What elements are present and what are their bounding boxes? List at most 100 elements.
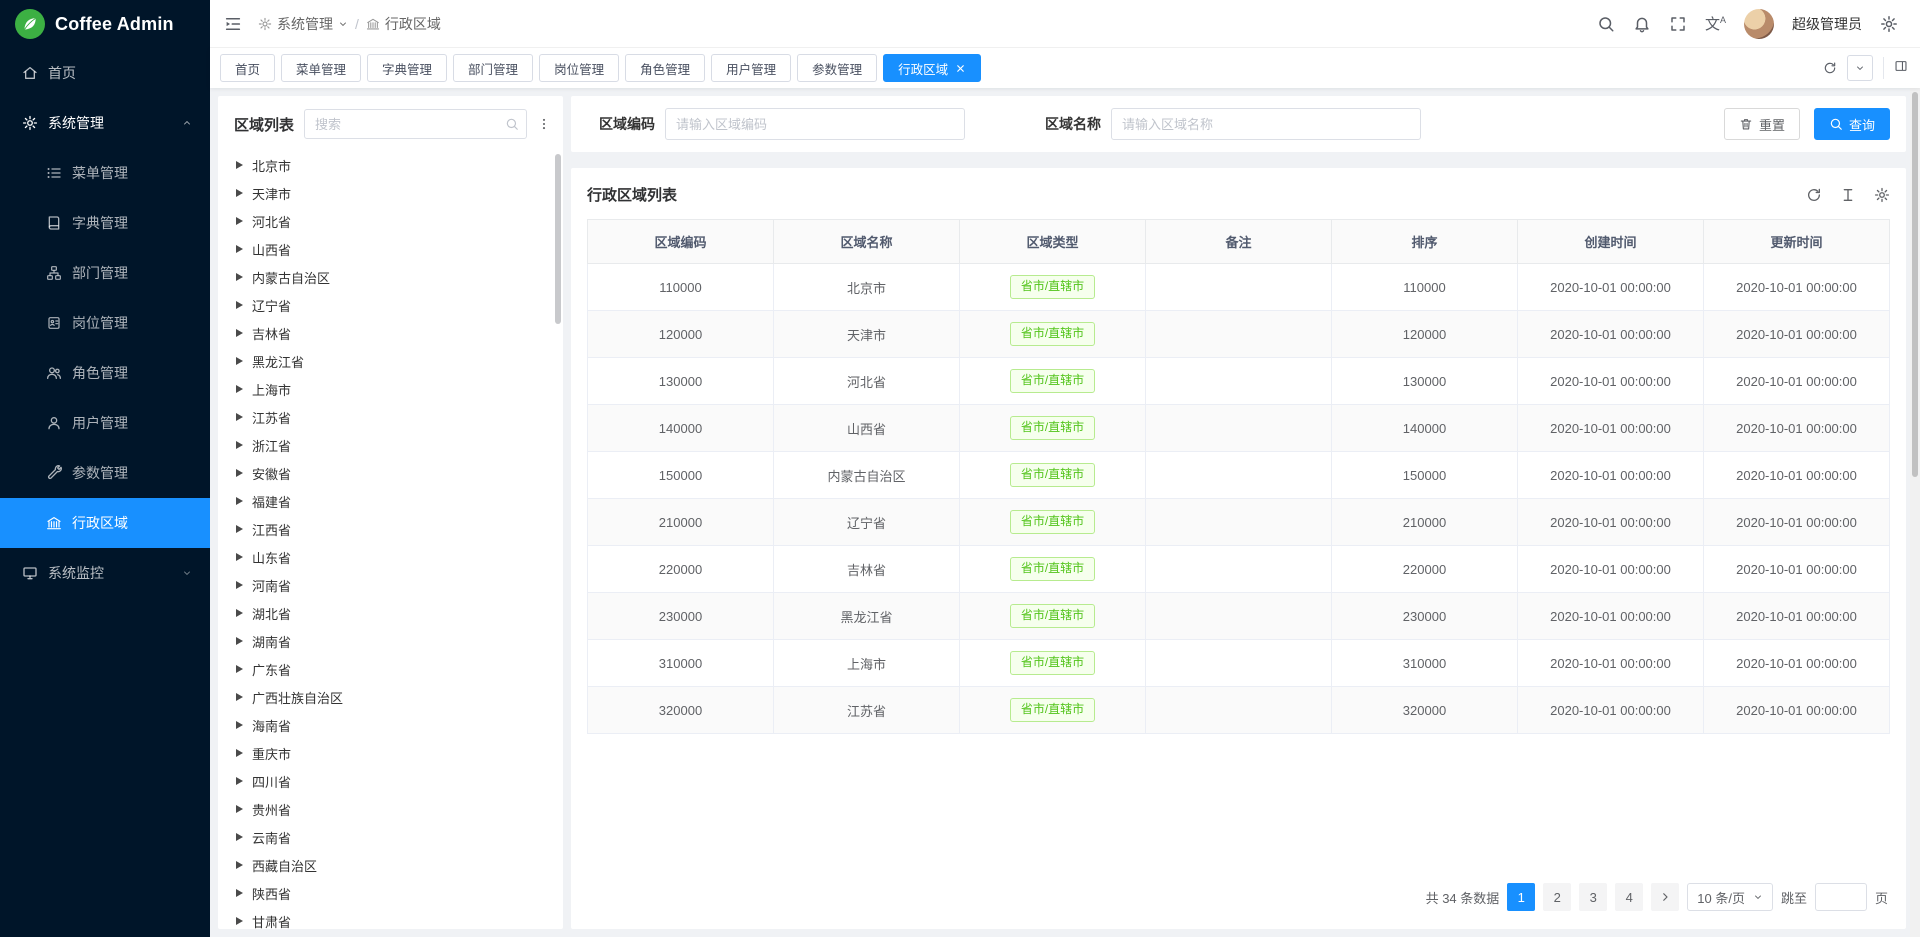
tree-item[interactable]: 贵州省: [218, 795, 563, 823]
table-row[interactable]: 210000辽宁省省市/直辖市2100002020-10-01 00:00:00…: [588, 499, 1890, 546]
caret-right-icon[interactable]: [236, 777, 243, 785]
tree-item[interactable]: 河南省: [218, 571, 563, 599]
tab-options-button[interactable]: [1847, 55, 1873, 81]
table-row[interactable]: 120000天津市省市/直辖市1200002020-10-01 00:00:00…: [588, 311, 1890, 358]
table-row[interactable]: 230000黑龙江省省市/直辖市2300002020-10-01 00:00:0…: [588, 593, 1890, 640]
tab-role[interactable]: 角色管理: [625, 54, 705, 82]
caret-right-icon[interactable]: [236, 581, 243, 589]
caret-right-icon[interactable]: [236, 609, 243, 617]
caret-right-icon[interactable]: [236, 357, 243, 365]
tree-item[interactable]: 江西省: [218, 515, 563, 543]
next-page-button[interactable]: [1651, 883, 1679, 911]
sidebar-item-home[interactable]: 首页: [0, 48, 210, 98]
tab-menu[interactable]: 菜单管理: [281, 54, 361, 82]
tab-post[interactable]: 岗位管理: [539, 54, 619, 82]
code-input[interactable]: [665, 108, 965, 140]
sidebar-item-menu[interactable]: 菜单管理: [0, 148, 210, 198]
tree-search-input[interactable]: [304, 109, 527, 139]
caret-right-icon[interactable]: [236, 637, 243, 645]
tree-item[interactable]: 甘肃省: [218, 907, 563, 929]
tree-item[interactable]: 海南省: [218, 711, 563, 739]
caret-right-icon[interactable]: [236, 301, 243, 309]
tree-item[interactable]: 广东省: [218, 655, 563, 683]
caret-right-icon[interactable]: [236, 805, 243, 813]
caret-right-icon[interactable]: [236, 749, 243, 757]
scrollbar-thumb[interactable]: [1912, 92, 1918, 477]
fullscreen-icon[interactable]: [1669, 15, 1687, 33]
caret-right-icon[interactable]: [236, 833, 243, 841]
tree-item[interactable]: 湖南省: [218, 627, 563, 655]
tree-item[interactable]: 吉林省: [218, 319, 563, 347]
tree-item[interactable]: 内蒙古自治区: [218, 263, 563, 291]
tab-dept[interactable]: 部门管理: [453, 54, 533, 82]
sidebar-item-post[interactable]: 岗位管理: [0, 298, 210, 348]
caret-right-icon[interactable]: [236, 861, 243, 869]
sidebar-item-dept[interactable]: 部门管理: [0, 248, 210, 298]
tab-user[interactable]: 用户管理: [711, 54, 791, 82]
tree-item[interactable]: 山东省: [218, 543, 563, 571]
table-row[interactable]: 140000山西省省市/直辖市1400002020-10-01 00:00:00…: [588, 405, 1890, 452]
tab-dict[interactable]: 字典管理: [367, 54, 447, 82]
search-icon[interactable]: [1597, 15, 1615, 33]
tree-item[interactable]: 广西壮族自治区: [218, 683, 563, 711]
tree-item[interactable]: 陕西省: [218, 879, 563, 907]
search-button[interactable]: 查询: [1814, 108, 1890, 140]
caret-right-icon[interactable]: [236, 497, 243, 505]
tree-item[interactable]: 江苏省: [218, 403, 563, 431]
caret-right-icon[interactable]: [236, 665, 243, 673]
table-row[interactable]: 130000河北省省市/直辖市1300002020-10-01 00:00:00…: [588, 358, 1890, 405]
sidebar-item-role[interactable]: 角色管理: [0, 348, 210, 398]
caret-right-icon[interactable]: [236, 161, 243, 169]
refresh-tab-icon[interactable]: [1823, 61, 1837, 75]
collapse-sidebar-icon[interactable]: [224, 15, 242, 33]
caret-right-icon[interactable]: [236, 553, 243, 561]
caret-right-icon[interactable]: [236, 469, 243, 477]
tree-item[interactable]: 福建省: [218, 487, 563, 515]
sidebar-item-region[interactable]: 行政区域: [0, 498, 210, 548]
page-button[interactable]: 2: [1543, 883, 1571, 911]
sidebar-item-monitor[interactable]: 系统监控: [0, 548, 210, 598]
tab-home[interactable]: 首页: [220, 54, 275, 82]
caret-right-icon[interactable]: [236, 217, 243, 225]
page-scrollbar[interactable]: [1910, 0, 1920, 937]
tree-item[interactable]: 西藏自治区: [218, 851, 563, 879]
row-density-icon[interactable]: [1840, 187, 1856, 203]
tree-item[interactable]: 天津市: [218, 179, 563, 207]
sidebar-item-user[interactable]: 用户管理: [0, 398, 210, 448]
caret-right-icon[interactable]: [236, 245, 243, 253]
tree-item[interactable]: 重庆市: [218, 739, 563, 767]
table-row[interactable]: 220000吉林省省市/直辖市2200002020-10-01 00:00:00…: [588, 546, 1890, 593]
caret-right-icon[interactable]: [236, 385, 243, 393]
caret-right-icon[interactable]: [236, 889, 243, 897]
tree-item[interactable]: 辽宁省: [218, 291, 563, 319]
table-row[interactable]: 320000江苏省省市/直辖市3200002020-10-01 00:00:00…: [588, 687, 1890, 734]
name-input[interactable]: [1111, 108, 1421, 140]
page-button[interactable]: 4: [1615, 883, 1643, 911]
table-row[interactable]: 110000北京市省市/直辖市1100002020-10-01 00:00:00…: [588, 264, 1890, 311]
caret-right-icon[interactable]: [236, 329, 243, 337]
page-button[interactable]: 1: [1507, 883, 1535, 911]
table-row[interactable]: 150000内蒙古自治区省市/直辖市1500002020-10-01 00:00…: [588, 452, 1890, 499]
caret-right-icon[interactable]: [236, 721, 243, 729]
breadcrumb-current[interactable]: 行政区域: [366, 14, 441, 34]
tree-item[interactable]: 上海市: [218, 375, 563, 403]
column-settings-gear-icon[interactable]: [1874, 187, 1890, 203]
tab-region[interactable]: 行政区域: [883, 54, 981, 82]
table-row[interactable]: 310000上海市省市/直辖市3100002020-10-01 00:00:00…: [588, 640, 1890, 687]
caret-right-icon[interactable]: [236, 693, 243, 701]
caret-right-icon[interactable]: [236, 273, 243, 281]
caret-right-icon[interactable]: [236, 525, 243, 533]
tree-scrollbar-thumb[interactable]: [555, 154, 561, 324]
page-size-select[interactable]: 10 条/页: [1687, 883, 1773, 911]
tree-item[interactable]: 山西省: [218, 235, 563, 263]
tree-item[interactable]: 四川省: [218, 767, 563, 795]
settings-gear-icon[interactable]: [1880, 15, 1898, 33]
username[interactable]: 超级管理员: [1792, 14, 1862, 34]
caret-right-icon[interactable]: [236, 413, 243, 421]
tree-more-icon[interactable]: [537, 117, 551, 131]
breadcrumb-section[interactable]: 系统管理: [258, 14, 348, 34]
avatar[interactable]: [1744, 9, 1774, 39]
tree-item[interactable]: 安徽省: [218, 459, 563, 487]
tree-item[interactable]: 浙江省: [218, 431, 563, 459]
logo[interactable]: Coffee Admin: [0, 0, 210, 48]
